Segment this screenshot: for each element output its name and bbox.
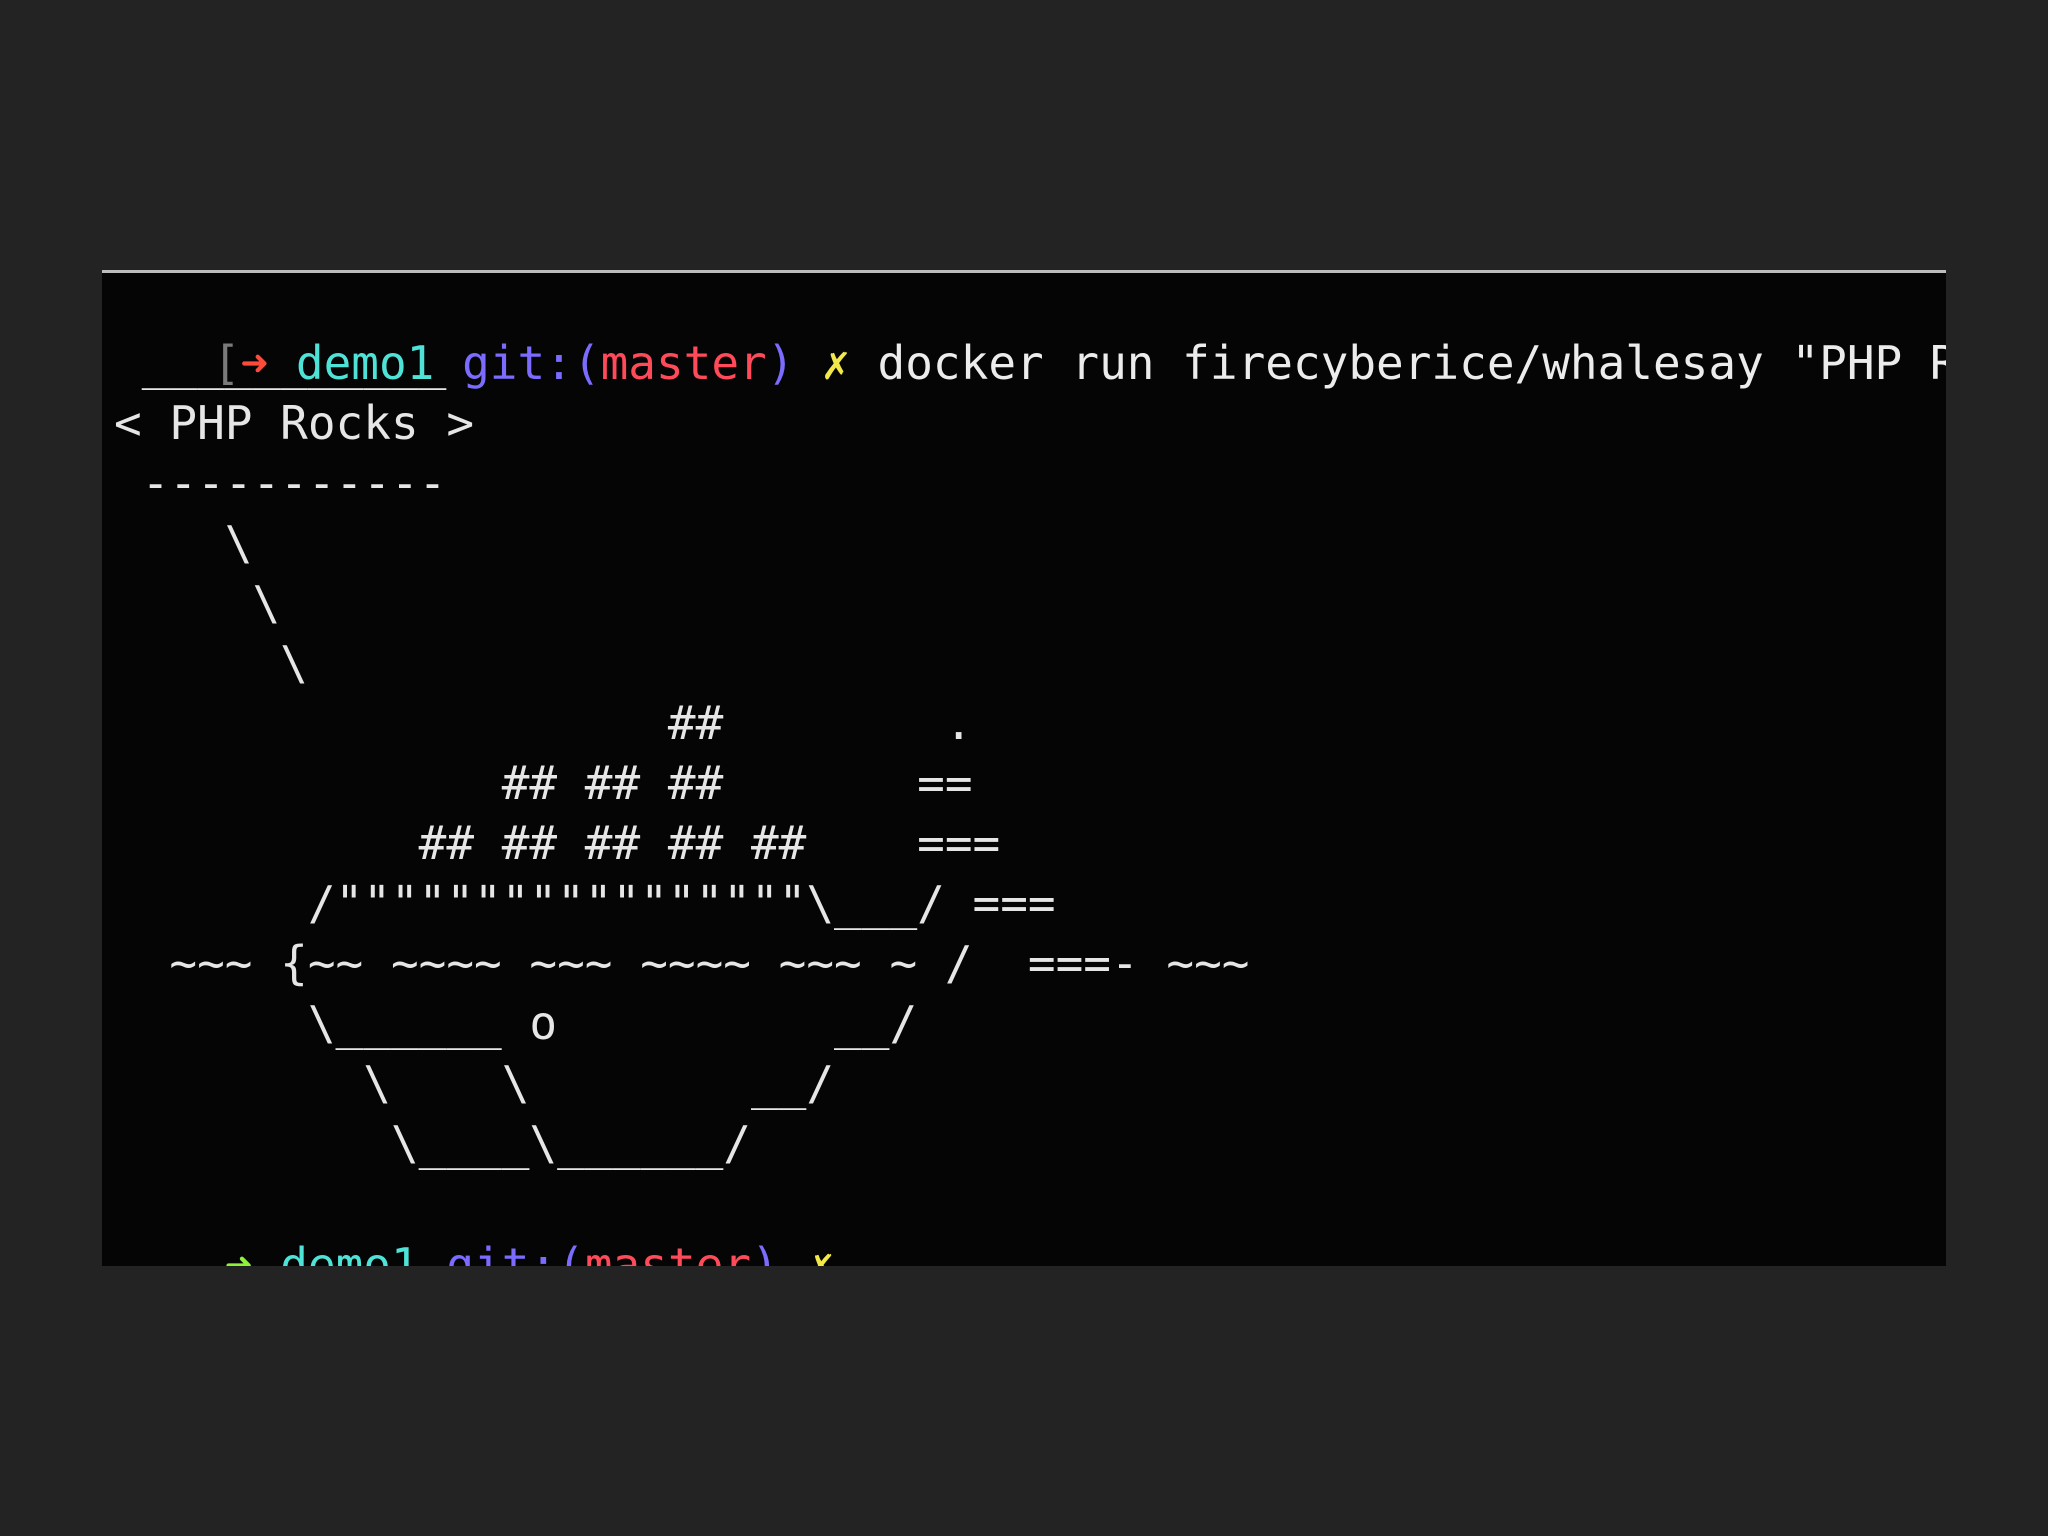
output-line: /"""""""""""""""""\___/ === xyxy=(114,876,1056,930)
prompt-arrow-icon: ➜ xyxy=(224,1238,253,1266)
output-line: \ xyxy=(114,516,253,570)
prompt-git-suffix: ) xyxy=(766,336,795,390)
prompt-branch: master xyxy=(600,336,767,390)
output-line: \______ o __/ xyxy=(114,996,918,1050)
prompt-dirty-icon: ✗ xyxy=(822,336,850,390)
current-prompt-line[interactable]: ➜ demo1 git:(master) ✗ xyxy=(114,1181,834,1266)
output-line: ___________ xyxy=(114,336,447,390)
prompt-dirty-icon: ✗ xyxy=(806,1238,835,1266)
output-line: ## ## ## == xyxy=(114,756,973,810)
prompt-git-suffix: ) xyxy=(751,1238,779,1266)
terminal-window[interactable]: [➜ demo1 git:(master) ✗ docker run firec… xyxy=(102,270,1946,1266)
output-line: \ xyxy=(114,636,308,690)
output-line: ----------- xyxy=(114,456,447,510)
output-line: ~~~ {~~ ~~~~ ~~~ ~~~~ ~~~ ~ / ===- ~~~ xyxy=(114,936,1250,990)
output-line: < PHP Rocks > xyxy=(114,396,475,450)
command-text: docker run firecyberice/whalesay "PHP Ro… xyxy=(877,336,1946,390)
output-line: \____\______/ xyxy=(114,1116,751,1170)
output-line: \ xyxy=(114,576,281,630)
output-line: ## . xyxy=(114,696,973,750)
prompt-git-prefix: git:( xyxy=(446,1238,585,1266)
prompt-git-prefix: git:( xyxy=(462,336,601,390)
output-line: ## ## ## ## ## === xyxy=(114,816,1001,870)
output-line: \ \ __/ xyxy=(114,1056,835,1110)
prompt-branch: master xyxy=(584,1238,752,1266)
prompt-directory: demo1 xyxy=(280,1238,419,1266)
